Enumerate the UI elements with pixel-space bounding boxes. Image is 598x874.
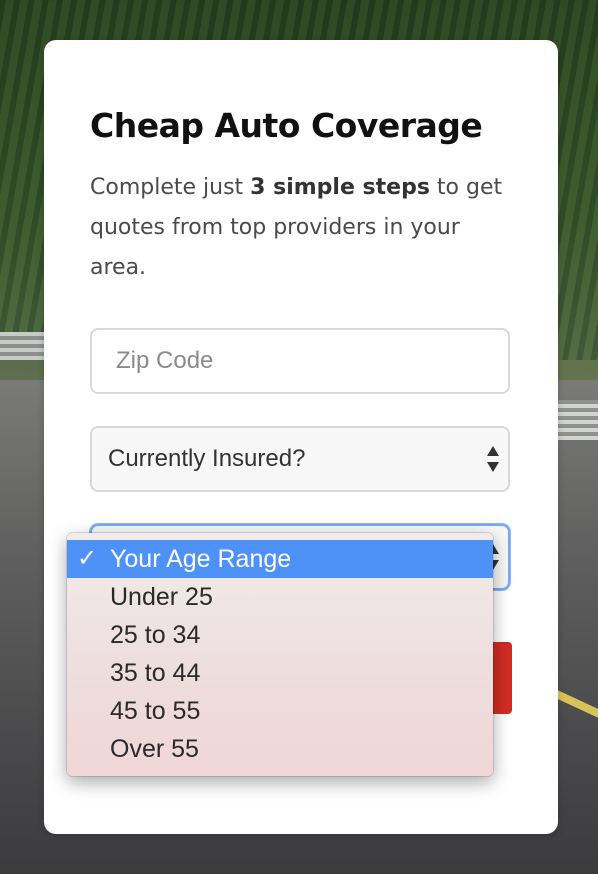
- age-option-label: Your Age Range: [110, 545, 292, 573]
- background-guardrail-left: [0, 332, 48, 360]
- age-option[interactable]: 35 to 44: [67, 654, 493, 692]
- form-subtitle: Complete just 3 simple steps to get quot…: [90, 168, 510, 288]
- age-range-dropdown-menu: ✓ Your Age Range Under 25 25 to 34 35 to…: [67, 533, 493, 776]
- age-option[interactable]: Under 25: [67, 578, 493, 616]
- zip-code-field[interactable]: [90, 328, 510, 394]
- currently-insured-select[interactable]: Currently Insured?: [90, 426, 510, 492]
- subtitle-text-start: Complete just: [90, 175, 251, 200]
- age-option-label: 35 to 44: [110, 659, 201, 687]
- checkmark-icon: ✓: [77, 545, 98, 572]
- age-option[interactable]: ✓ Your Age Range: [67, 540, 493, 578]
- currently-insured-value: Currently Insured?: [108, 445, 306, 472]
- age-option-label: 45 to 55: [110, 697, 201, 725]
- age-option-label: 25 to 34: [110, 621, 201, 649]
- age-option[interactable]: 45 to 55: [67, 692, 493, 730]
- zip-code-input[interactable]: [92, 330, 508, 392]
- updown-arrows-icon: [486, 446, 500, 472]
- age-option[interactable]: Over 55: [67, 730, 493, 768]
- age-option-label: Under 25: [110, 583, 213, 611]
- age-option-label: Over 55: [110, 735, 199, 763]
- subtitle-text-bold: 3 simple steps: [250, 175, 430, 200]
- age-option[interactable]: 25 to 34: [67, 616, 493, 654]
- form-title: Cheap Auto Coverage: [90, 106, 483, 145]
- background-guardrail-right: [558, 400, 598, 440]
